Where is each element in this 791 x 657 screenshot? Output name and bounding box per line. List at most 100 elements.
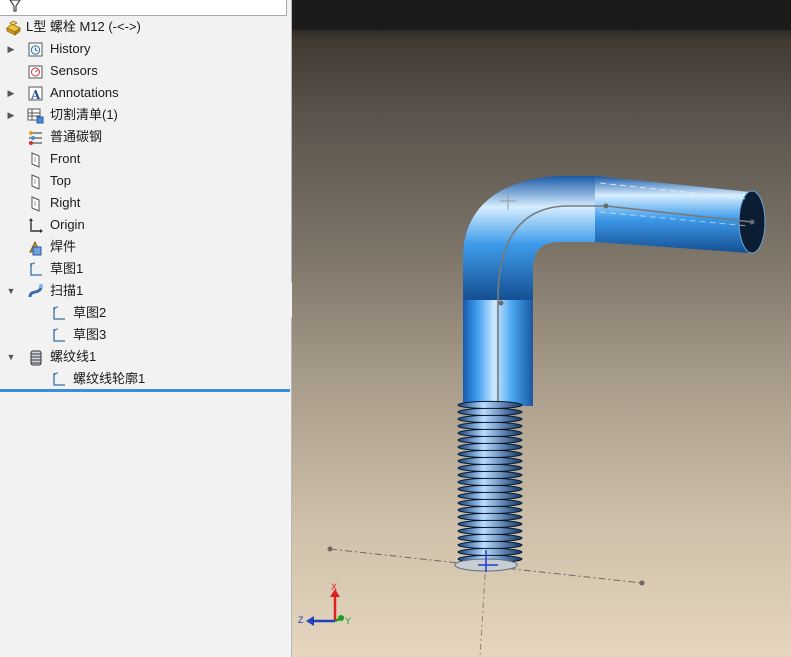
- path-point: [603, 203, 609, 209]
- plane-icon: [31, 174, 40, 190]
- tree-item-label: Top: [50, 173, 71, 188]
- history-icon: [28, 42, 43, 57]
- thread-ring: [457, 526, 523, 536]
- tree-item[interactable]: 螺纹线轮廓1: [0, 368, 290, 390]
- thread-ring: [457, 519, 523, 529]
- sensors-icon: [28, 65, 43, 79]
- tree-item-label: Right: [50, 195, 81, 210]
- sketch-origin-mark: +: [596, 308, 601, 318]
- triad-z-label: Z: [298, 615, 304, 625]
- tree-item-label: Origin: [50, 217, 85, 232]
- tree-item[interactable]: Top: [0, 170, 290, 192]
- tree-item-label: 草图3: [73, 327, 107, 342]
- svg-text:A: A: [30, 88, 41, 102]
- tree-item[interactable]: 普通碳钢: [0, 126, 290, 148]
- tree-item-label: Front: [50, 151, 81, 166]
- tree-item-label: 螺纹线1: [50, 349, 97, 364]
- expand-right-icon[interactable]: ▶: [6, 38, 16, 60]
- tree-item[interactable]: Front: [0, 148, 290, 170]
- tree-item[interactable]: ▼ 扫描1: [0, 280, 290, 302]
- view-triad[interactable]: X Z Y: [298, 582, 351, 626]
- expand-down-icon[interactable]: ▼: [6, 280, 16, 302]
- tree-item-label: 切割清单(1): [50, 107, 118, 122]
- tree-item-label: 焊件: [50, 239, 77, 254]
- plane-icon: [31, 196, 40, 212]
- tree-item-label: History: [50, 41, 91, 56]
- vertical-axis-line: [479, 559, 487, 657]
- thread-ring: [457, 407, 523, 417]
- tree-item[interactable]: ▼ 螺纹线1: [0, 346, 290, 368]
- material-icon: [29, 131, 42, 145]
- tree-item[interactable]: ▶ A Annotations: [0, 82, 290, 104]
- thread-ring: [457, 540, 523, 550]
- tree-item-label: 螺纹线轮廓1: [73, 371, 146, 386]
- weldment-icon: [29, 240, 42, 256]
- thread-ring: [457, 512, 523, 522]
- sketch-icon: [53, 372, 65, 386]
- part-root-node[interactable]: L型 螺栓 M12 (-<->): [0, 16, 290, 38]
- tree-item-label: 草图2: [73, 305, 107, 320]
- thread-ring: [457, 442, 523, 452]
- rollback-bar[interactable]: [0, 389, 290, 392]
- thread-ring: [457, 547, 523, 557]
- path-point: [498, 300, 504, 306]
- sweep-icon: [28, 284, 43, 298]
- sketch-icon: [30, 262, 42, 276]
- filter-icon[interactable]: [8, 0, 22, 13]
- part-name-label: L型 螺栓 M12 (-<->): [26, 19, 141, 34]
- thread-ring: [457, 498, 523, 508]
- tree-item-label: 草图1: [50, 261, 84, 276]
- triad-y-label: Y: [345, 616, 351, 626]
- thread-ring: [457, 400, 523, 410]
- feature-manager-panel: L型 螺栓 M12 (-<->) ▶ History Sensors ▶ A Annota…: [0, 0, 292, 657]
- reference-point: [327, 546, 333, 552]
- expand-right-icon[interactable]: ▶: [6, 82, 16, 104]
- thread-region[interactable]: [457, 400, 523, 564]
- tree-item[interactable]: Origin: [0, 214, 290, 236]
- part-icon: [6, 20, 21, 36]
- path-point: [749, 219, 755, 225]
- tree-item-label: 普通碳钢: [50, 129, 103, 144]
- thread-ring: [457, 477, 523, 487]
- thread-ring: [457, 533, 523, 543]
- plane-icon: [31, 152, 40, 168]
- tree-item-label: 扫描1: [50, 283, 84, 298]
- thread-ring: [457, 456, 523, 466]
- tree-item-label: Sensors: [50, 63, 98, 78]
- triad-x-label: X: [331, 582, 337, 592]
- bolt-arm[interactable]: [595, 176, 750, 253]
- expand-down-icon[interactable]: ▼: [6, 346, 16, 368]
- tree-item-label: Annotations: [50, 85, 119, 100]
- thread-ring: [457, 428, 523, 438]
- tree-filter-bar[interactable]: [0, 0, 287, 16]
- annotations-icon: A: [28, 86, 43, 102]
- thread-ring: [457, 421, 523, 431]
- thread-ring: [457, 414, 523, 424]
- tree-item[interactable]: ▶ 切割清单(1): [0, 104, 290, 126]
- thread-ring: [457, 435, 523, 445]
- sketch-icon: [53, 306, 65, 320]
- reference-point: [639, 580, 645, 586]
- sketch-icon: [53, 328, 65, 342]
- thread-ring: [457, 449, 523, 459]
- graphics-viewport[interactable]: + X Z Y: [292, 0, 791, 657]
- thread-icon: [30, 350, 42, 366]
- tree-item[interactable]: Sensors: [0, 60, 290, 82]
- thread-ring: [457, 505, 523, 515]
- cut-list-icon: [27, 108, 44, 124]
- tree-item[interactable]: ▶ History: [0, 38, 290, 60]
- bolt-bend[interactable]: [463, 176, 600, 300]
- tree-item[interactable]: 草图1: [0, 258, 290, 280]
- thread-ring: [457, 484, 523, 494]
- thread-ring: [457, 491, 523, 501]
- tree-item[interactable]: Right: [0, 192, 290, 214]
- thread-ring: [457, 463, 523, 473]
- thread-ring: [457, 470, 523, 480]
- model-scene[interactable]: + X Z Y: [292, 0, 791, 657]
- tree-item[interactable]: 草图2: [0, 302, 290, 324]
- origin-icon: [29, 218, 43, 233]
- tree-item[interactable]: 焊件: [0, 236, 290, 258]
- tree-item[interactable]: 草图3: [0, 324, 290, 346]
- expand-right-icon[interactable]: ▶: [6, 104, 16, 126]
- sweep-path[interactable]: [497, 205, 753, 560]
